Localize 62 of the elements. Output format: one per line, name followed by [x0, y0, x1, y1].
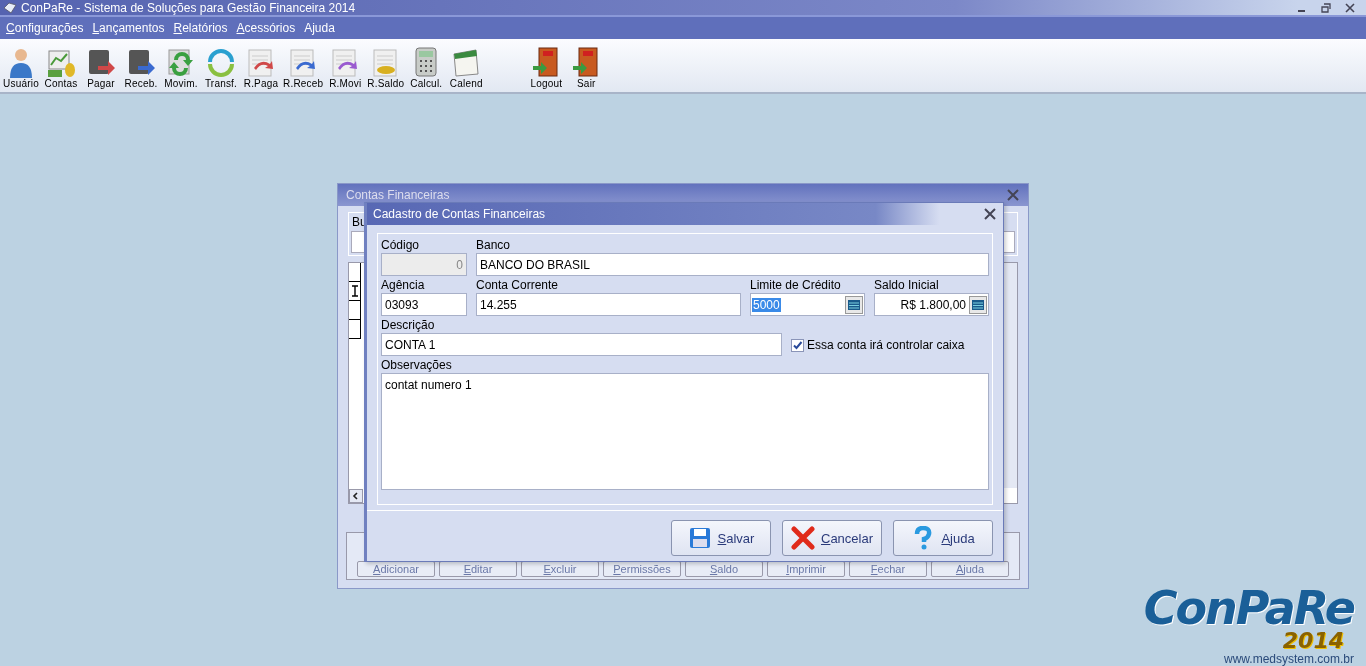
bank-field[interactable]: BANCO DO BRASIL — [476, 253, 989, 276]
menu-item[interactable]: Ajuda — [304, 21, 335, 35]
toolbar-button[interactable]: Movim. — [161, 46, 201, 89]
dialog-title: Cadastro de Contas Financeiras — [373, 207, 546, 221]
toolbar-button[interactable]: Calend — [446, 46, 487, 89]
close-icon[interactable] — [983, 207, 997, 221]
field-label: Observações — [381, 358, 453, 373]
toolbar-button[interactable]: R.Saldo — [365, 46, 407, 89]
field-label: Banco — [476, 238, 512, 253]
menu-item[interactable]: Configurações — [6, 21, 84, 35]
calculator-icon[interactable] — [969, 295, 987, 314]
toolbar-button[interactable]: Contas — [41, 46, 81, 89]
restore-icon[interactable] — [1320, 1, 1332, 14]
field-label: Descrição — [381, 318, 436, 333]
menu-item[interactable]: Lançamentos — [92, 21, 165, 35]
toolbar-button[interactable]: R.Movi — [325, 46, 366, 89]
initial-balance-field[interactable]: R$ 1.800,00 — [874, 293, 989, 316]
toolbar-button[interactable]: Transf. — [201, 46, 241, 89]
field-label: Código — [381, 238, 421, 253]
field-label: Saldo Inicial — [874, 278, 940, 293]
field-value: R$ 1.800,00 — [899, 297, 967, 312]
logo-year: 2014 — [1282, 630, 1344, 652]
cycle-icon — [206, 46, 236, 78]
toolbar-button[interactable]: Logout — [526, 46, 567, 89]
field-label: Limite de Crédito — [750, 278, 842, 293]
help-button[interactable]: Ajuda — [893, 520, 993, 556]
website-link[interactable]: www.medsystem.com.br — [1223, 652, 1354, 666]
menu-item[interactable]: Acessórios — [236, 21, 296, 35]
toolbar-button[interactable]: Receb. — [121, 46, 161, 89]
row-indicator — [349, 320, 361, 339]
calendar-icon — [451, 46, 482, 78]
branch-field[interactable]: 03093 — [381, 293, 467, 316]
toolbar-button[interactable]: Calcul. — [406, 46, 447, 89]
field-value: 5000 — [752, 297, 781, 312]
check-icon — [792, 339, 803, 351]
field-label: Conta Corrente — [476, 278, 560, 293]
close-icon[interactable] — [1344, 1, 1356, 14]
toolbar-button[interactable]: Usuário — [1, 46, 41, 89]
field-label: Agência — [381, 278, 426, 293]
checkbox[interactable] — [791, 338, 804, 352]
logo-text: ConPaRe — [1143, 586, 1354, 630]
description-field[interactable]: CONTA 1 — [381, 333, 782, 356]
window-title: ConPaRe - Sistema de Soluções para Gestão Financeira 2014 — [21, 0, 356, 15]
save-button[interactable]: Salvar — [671, 520, 771, 556]
toolbar-button[interactable]: Sair — [566, 46, 607, 89]
notes-field[interactable]: contat numero 1 — [381, 373, 989, 490]
account-field[interactable]: 14.255 — [476, 293, 741, 316]
credit-limit-field[interactable]: 5000 — [750, 293, 865, 316]
close-icon[interactable] — [1006, 188, 1020, 202]
toolbar-button[interactable]: Pagar — [81, 46, 121, 89]
menu-item[interactable]: Relatórios — [173, 21, 228, 35]
checkbox-label[interactable]: Essa conta irá controlar caixa — [807, 338, 965, 352]
report-arrow-icon — [246, 46, 276, 78]
calculator-icon[interactable] — [845, 295, 863, 314]
refresh-icon — [166, 46, 196, 78]
text-cursor-icon — [350, 285, 359, 297]
dialog-title: Contas Financeiras — [346, 188, 450, 202]
toolbar-button[interactable]: R.Receb — [281, 46, 326, 89]
cross-icon — [791, 526, 815, 550]
toolbar-button[interactable]: R.Paga — [241, 46, 281, 89]
scroll-left-icon[interactable] — [349, 489, 363, 503]
cancel-button[interactable]: Cancelar — [782, 520, 882, 556]
